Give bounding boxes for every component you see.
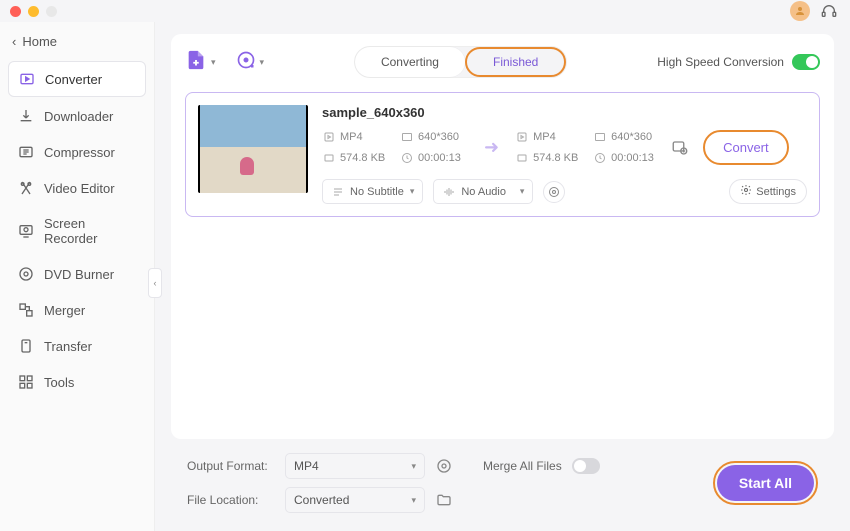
- add-disc-icon: [236, 50, 256, 75]
- source-format: MP4: [340, 131, 363, 143]
- sidebar-item-compressor[interactable]: Compressor: [8, 135, 146, 169]
- resolution-icon: [400, 131, 413, 144]
- main-area: ▾ ▾ Converting Finished High Speed Conve…: [155, 22, 850, 531]
- target-duration: 00:00:13: [611, 152, 654, 164]
- high-speed-toggle[interactable]: [792, 54, 820, 70]
- transfer-icon: [18, 338, 34, 354]
- sidebar-item-label: Video Editor: [44, 181, 115, 196]
- chevron-down-icon: ▾: [520, 186, 525, 197]
- source-duration: 00:00:13: [418, 152, 461, 164]
- output-format-select[interactable]: MP4 ▾: [285, 453, 425, 479]
- duration-icon: [400, 152, 413, 165]
- merge-label: Merge All Files: [483, 459, 562, 473]
- sidebar-item-video-editor[interactable]: Video Editor: [8, 171, 146, 205]
- output-settings-icon[interactable]: [671, 139, 689, 157]
- format-icon: [322, 131, 335, 144]
- file-card: sample_640x360 MP4 574.8 KB 640*360 00:0…: [185, 92, 820, 217]
- sidebar-item-label: Converter: [45, 72, 102, 87]
- sidebar-item-label: Merger: [44, 303, 85, 318]
- source-size: 574.8 KB: [340, 152, 385, 164]
- start-all-button[interactable]: Start All: [717, 465, 814, 501]
- support-headset-icon[interactable]: [820, 2, 838, 20]
- file-location-value: Converted: [294, 493, 349, 507]
- close-window-button[interactable]: [10, 6, 21, 17]
- video-editor-icon: [18, 180, 34, 196]
- sidebar-item-screen-recorder[interactable]: Screen Recorder: [8, 207, 146, 255]
- sidebar-item-label: Downloader: [44, 109, 113, 124]
- chevron-down-icon: ▾: [411, 461, 416, 472]
- source-resolution: 640*360: [418, 131, 459, 143]
- converter-icon: [19, 71, 35, 87]
- status-tabs: Converting Finished: [354, 46, 567, 78]
- convert-button[interactable]: Convert: [703, 130, 789, 165]
- dvd-burner-icon: [18, 266, 34, 282]
- arrow-right-icon: ➜: [484, 137, 499, 158]
- subtitle-value: No Subtitle: [350, 186, 404, 198]
- home-label: Home: [22, 34, 57, 49]
- open-folder-icon[interactable]: [435, 491, 453, 509]
- minimize-window-button[interactable]: [28, 6, 39, 17]
- footer-bar: Output Format: MP4 ▾ Merge All Files Fil…: [171, 439, 834, 531]
- chevron-left-icon: ‹: [12, 34, 16, 49]
- output-format-value: MP4: [294, 459, 319, 473]
- sidebar-item-dvd-burner[interactable]: DVD Burner: [8, 257, 146, 291]
- sidebar-item-label: Compressor: [44, 145, 115, 160]
- tools-icon: [18, 374, 34, 390]
- merge-toggle[interactable]: [572, 458, 600, 474]
- size-icon: [322, 152, 335, 165]
- sidebar-item-transfer[interactable]: Transfer: [8, 329, 146, 363]
- add-file-icon: [185, 49, 207, 76]
- add-file-button[interactable]: ▾: [185, 49, 216, 76]
- audio-value: No Audio: [461, 186, 506, 198]
- traffic-lights: [10, 6, 57, 17]
- subtitle-icon: [331, 185, 344, 198]
- output-format-settings-icon[interactable]: [435, 457, 453, 475]
- resolution-icon: [593, 131, 606, 144]
- home-back-button[interactable]: ‹ Home: [0, 28, 154, 55]
- sidebar-item-label: Tools: [44, 375, 74, 390]
- chevron-down-icon: ▾: [211, 57, 216, 68]
- settings-label: Settings: [756, 186, 796, 198]
- chevron-down-icon: ▾: [410, 186, 415, 197]
- sidebar-item-label: DVD Burner: [44, 267, 114, 282]
- sidebar-item-label: Transfer: [44, 339, 92, 354]
- sidebar-collapse-handle[interactable]: ‹: [148, 268, 162, 298]
- target-resolution: 640*360: [611, 131, 652, 143]
- chevron-down-icon: ▾: [260, 57, 265, 68]
- window-titlebar: [0, 0, 850, 22]
- video-thumbnail[interactable]: [198, 105, 308, 193]
- compressor-icon: [18, 144, 34, 160]
- merger-icon: [18, 302, 34, 318]
- tab-converting[interactable]: Converting: [355, 47, 465, 77]
- sidebar-item-tools[interactable]: Tools: [8, 365, 146, 399]
- chevron-down-icon: ▾: [411, 495, 416, 506]
- sidebar-item-merger[interactable]: Merger: [8, 293, 146, 327]
- file-location-select[interactable]: Converted ▾: [285, 487, 425, 513]
- add-dvd-button[interactable]: ▾: [236, 50, 265, 75]
- file-name: sample_640x360: [322, 105, 807, 120]
- high-speed-label: High Speed Conversion: [657, 55, 784, 69]
- file-location-label: File Location:: [187, 493, 275, 507]
- sidebar-item-label: Screen Recorder: [44, 216, 136, 246]
- user-avatar-icon[interactable]: [790, 1, 810, 21]
- format-icon: [515, 131, 528, 144]
- info-button[interactable]: [543, 181, 565, 203]
- maximize-window-button[interactable]: [46, 6, 57, 17]
- target-size: 574.8 KB: [533, 152, 578, 164]
- duration-icon: [593, 152, 606, 165]
- gear-icon: [740, 184, 752, 199]
- output-format-label: Output Format:: [187, 459, 275, 473]
- sidebar: ‹ Home Converter Downloader Compressor V…: [0, 22, 155, 531]
- target-format: MP4: [533, 131, 556, 143]
- subtitle-dropdown[interactable]: No Subtitle ▾: [322, 179, 423, 204]
- settings-button[interactable]: Settings: [729, 179, 807, 204]
- tab-finished[interactable]: Finished: [465, 47, 566, 77]
- size-icon: [515, 152, 528, 165]
- sidebar-item-converter[interactable]: Converter: [8, 61, 146, 97]
- sidebar-item-downloader[interactable]: Downloader: [8, 99, 146, 133]
- downloader-icon: [18, 108, 34, 124]
- audio-icon: [442, 185, 455, 198]
- screen-recorder-icon: [18, 223, 34, 239]
- audio-dropdown[interactable]: No Audio ▾: [433, 179, 533, 204]
